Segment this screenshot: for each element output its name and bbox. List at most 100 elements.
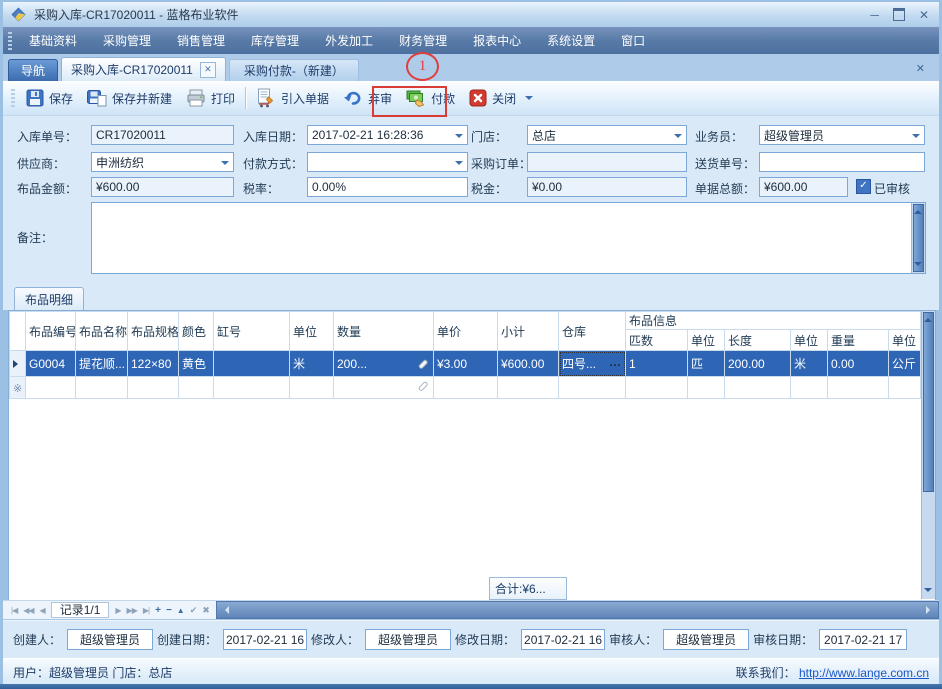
pay-method-field[interactable]: [307, 152, 468, 172]
save-button[interactable]: 保存: [19, 86, 80, 110]
approved-checkbox[interactable]: ✓: [856, 179, 871, 194]
chevron-down-icon[interactable]: [221, 161, 229, 169]
order-date-field[interactable]: 2017-02-21 16:28:36: [307, 125, 468, 145]
cell-price[interactable]: ¥3.00: [434, 351, 498, 377]
menu-reports[interactable]: 报表中心: [460, 28, 534, 53]
chevron-down-icon[interactable]: [674, 134, 682, 142]
scroll-right-icon[interactable]: [926, 606, 934, 614]
nav-cancel-button[interactable]: ✖: [199, 605, 212, 616]
salesman-field[interactable]: 超级管理员: [759, 125, 925, 145]
col-header-warehouse[interactable]: 仓库: [559, 312, 626, 351]
scroll-left-icon[interactable]: [221, 606, 229, 614]
store-label: 门店：: [471, 128, 507, 145]
col-header-length[interactable]: 长度: [725, 330, 791, 351]
menu-inventory[interactable]: 库存管理: [238, 28, 312, 53]
print-button[interactable]: 打印: [179, 86, 242, 110]
chevron-down-icon[interactable]: [912, 134, 920, 142]
col-header-qty[interactable]: 数量: [334, 312, 434, 351]
col-header-unit[interactable]: 单位: [290, 312, 334, 351]
salesman-label: 业务员：: [695, 128, 743, 145]
cell-vat[interactable]: [214, 351, 290, 377]
amount-field[interactable]: ¥600.00: [91, 177, 234, 197]
save-and-new-button[interactable]: 保存并新建: [80, 86, 179, 110]
nav-post-button[interactable]: ✔: [187, 605, 200, 616]
col-header-name[interactable]: 布品名称: [76, 312, 128, 351]
tax-rate-field[interactable]: 0.00%: [307, 177, 468, 197]
maximize-button[interactable]: [893, 8, 905, 21]
cell-length[interactable]: 200.00: [725, 351, 791, 377]
toolbar-overflow-caret-icon[interactable]: [525, 96, 533, 104]
delivery-no-field[interactable]: [759, 152, 925, 172]
cell-length-unit[interactable]: 米: [791, 351, 828, 377]
cell-weight[interactable]: 0.00: [828, 351, 889, 377]
menu-basic-data[interactable]: 基础资料: [16, 28, 90, 53]
tab-purchase-inbound[interactable]: 采购入库-CR17020011 ✕: [61, 57, 226, 81]
col-header-weight[interactable]: 重量: [828, 330, 889, 351]
cell-pieces[interactable]: 1: [626, 351, 688, 377]
nav-next-page-button[interactable]: ▶▶: [124, 606, 140, 615]
menu-finance[interactable]: 财务管理: [386, 28, 460, 53]
tab-purchase-payment[interactable]: 采购付款-（新建）: [229, 59, 359, 81]
import-document-button[interactable]: 引入单据: [249, 85, 336, 111]
nav-prev-page-button[interactable]: ◀◀: [20, 606, 36, 615]
total-field[interactable]: ¥600.00: [759, 177, 848, 197]
menu-outsourcing[interactable]: 外发加工: [312, 28, 386, 53]
horizontal-scrollbar[interactable]: [216, 601, 939, 619]
tab-close-icon[interactable]: ✕: [200, 62, 216, 78]
nav-edit-button[interactable]: ▲: [174, 606, 187, 615]
col-header-code[interactable]: 布品编号: [26, 312, 76, 351]
remark-scrollbar[interactable]: [911, 203, 925, 273]
col-header-color[interactable]: 颜色: [179, 312, 214, 351]
supplier-field[interactable]: 申洲纺织: [91, 152, 234, 172]
warehouse-ellipsis-button[interactable]: …: [609, 355, 622, 369]
grid-scrollbar[interactable]: [921, 311, 935, 599]
order-no-field[interactable]: CR17020011: [91, 125, 234, 145]
col-header-weight-unit[interactable]: 单位: [889, 330, 921, 351]
tab-navigation[interactable]: 导航: [8, 59, 58, 81]
col-header-pieces[interactable]: 匹数: [626, 330, 688, 351]
audit-date-field: 2017-02-21 17: [819, 629, 907, 650]
cell-pieces-unit[interactable]: 匹: [688, 351, 725, 377]
grid-append-row[interactable]: ※: [10, 377, 921, 399]
tax-field[interactable]: ¥0.00: [527, 177, 687, 197]
col-header-subtotal[interactable]: 小计: [498, 312, 559, 351]
col-header-pieces-unit[interactable]: 单位: [688, 330, 725, 351]
cell-warehouse[interactable]: … 四号...: [559, 351, 626, 377]
cell-qty[interactable]: 200...: [334, 351, 434, 377]
menu-window[interactable]: 窗口: [608, 28, 658, 53]
menu-settings[interactable]: 系统设置: [534, 28, 608, 53]
close-window-button[interactable]: ✕: [919, 9, 929, 21]
cell-name[interactable]: 提花顺...: [76, 351, 128, 377]
nav-last-button[interactable]: ▶|: [140, 606, 152, 615]
col-header-spec[interactable]: 布品规格: [128, 312, 179, 351]
store-field[interactable]: 总店: [527, 125, 687, 145]
col-header-price[interactable]: 单价: [434, 312, 498, 351]
tab-fabric-detail[interactable]: 布品明细: [14, 287, 84, 310]
cell-color[interactable]: 黄色: [179, 351, 214, 377]
create-date-field: 2017-02-21 16: [223, 629, 307, 650]
nav-first-button[interactable]: |◀: [8, 606, 20, 615]
minimize-button[interactable]: ─: [870, 9, 879, 21]
close-tab-button[interactable]: 关闭: [462, 86, 523, 110]
menu-purchase[interactable]: 采购管理: [90, 28, 164, 53]
website-link[interactable]: http://www.lange.com.cn: [799, 666, 929, 680]
nav-delete-button[interactable]: −: [163, 605, 174, 616]
cell-subtotal[interactable]: ¥600.00: [498, 351, 559, 377]
nav-insert-button[interactable]: +: [152, 605, 163, 616]
nav-next-button[interactable]: ▶: [112, 606, 123, 615]
chevron-down-icon[interactable]: [455, 161, 463, 169]
save-and-new-icon: [87, 89, 107, 107]
cell-weight-unit[interactable]: 公斤: [889, 351, 921, 377]
col-header-vat[interactable]: 缸号: [214, 312, 290, 351]
col-header-length-unit[interactable]: 单位: [791, 330, 828, 351]
remark-textarea[interactable]: [91, 202, 926, 274]
cell-unit[interactable]: 米: [290, 351, 334, 377]
cell-spec[interactable]: 122×80: [128, 351, 179, 377]
purchase-order-field[interactable]: [527, 152, 687, 172]
chevron-down-icon[interactable]: [455, 134, 463, 142]
nav-prev-button[interactable]: ◀: [37, 606, 48, 615]
cell-code[interactable]: G0004: [26, 351, 76, 377]
tabstrip-close-icon[interactable]: ✕: [916, 62, 925, 75]
menu-sales[interactable]: 销售管理: [164, 28, 238, 53]
grid-row-selected[interactable]: G0004 提花顺... 122×80 黄色 米 200... ¥3.00 ¥6…: [10, 351, 921, 377]
